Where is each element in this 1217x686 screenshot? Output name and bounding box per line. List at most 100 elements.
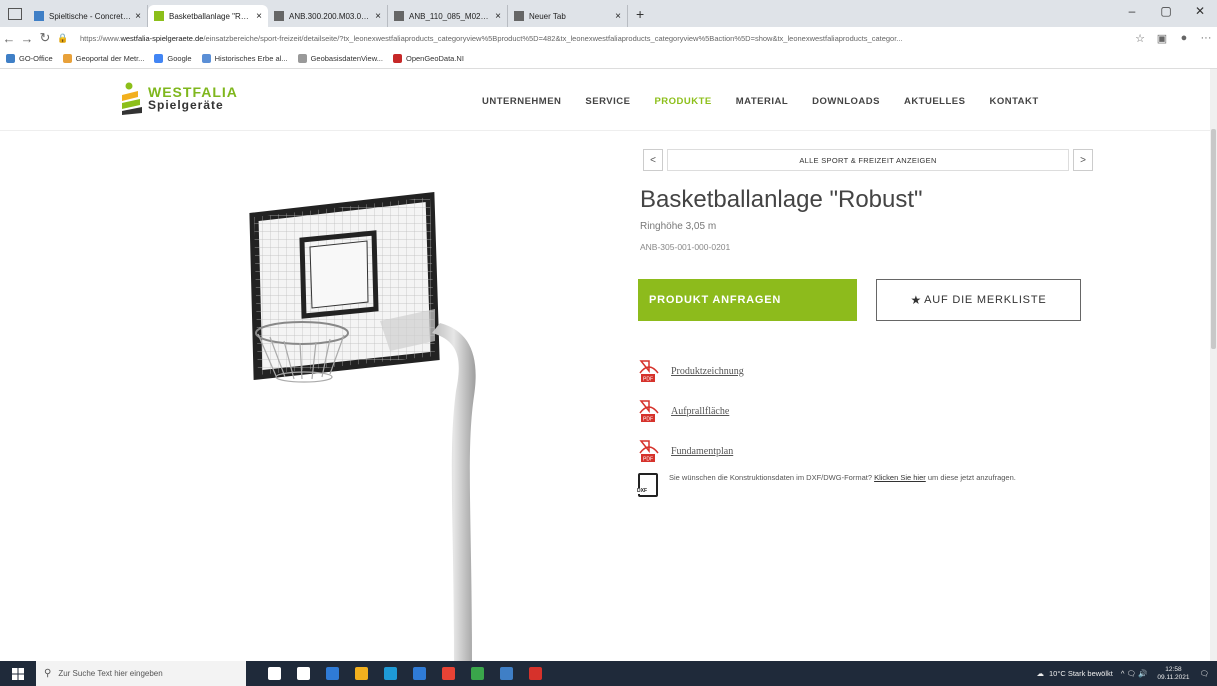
maximize-button[interactable]: ▢: [1149, 4, 1183, 18]
taskbar-app-icon[interactable]: [413, 667, 426, 680]
system-tray: ☁ 10°C Stark bewölkt ^ 🗨 🔊 12:58 09.11.2…: [1036, 661, 1209, 686]
all-sport-freizeit-link[interactable]: ALLE SPORT & FREIZEIT ANZEIGEN: [667, 149, 1069, 171]
document-link[interactable]: Produktzeichnung: [671, 366, 744, 377]
nav-item-unternehmen[interactable]: UNTERNEHMEN: [482, 96, 561, 107]
tab-close-icon[interactable]: ×: [495, 11, 501, 22]
logo-text-westfalia: WESTFALIA: [148, 84, 238, 100]
tab-favicon-icon: [154, 11, 164, 21]
taskbar-app-icon[interactable]: [500, 667, 513, 680]
notifications-icon[interactable]: 🗨: [1199, 669, 1209, 678]
close-window-button[interactable]: ✕: [1183, 4, 1217, 18]
windows-start-button[interactable]: [0, 661, 36, 686]
back-arrow-icon[interactable]: ←: [0, 31, 18, 46]
clock-time: 12:58: [1165, 665, 1182, 673]
taskbar-app-icon[interactable]: [384, 667, 397, 680]
favorite-link[interactable]: GO-Office: [6, 54, 53, 63]
browser-tab[interactable]: Basketballanlage "Robust" | Wes ×: [148, 5, 268, 27]
taskbar-search-box[interactable]: ⚲ Zur Suche Text hier eingeben: [36, 661, 246, 686]
taskbar-clock[interactable]: 12:58 09.11.2021: [1157, 666, 1189, 682]
watchlist-button-label: AUF DIE MERKLISTE: [924, 294, 1047, 306]
pdf-icon[interactable]: PDF: [638, 359, 660, 383]
product-title: Basketballanlage "Robust": [640, 186, 923, 213]
url-prefix: https://www.: [80, 33, 121, 43]
collections-icon[interactable]: ▣: [1151, 32, 1173, 45]
taskbar-app-icon[interactable]: [326, 667, 339, 680]
taskbar-app-icon[interactable]: [355, 667, 368, 680]
profile-icon[interactable]: ●: [1173, 32, 1195, 44]
tab-close-icon[interactable]: ×: [615, 11, 621, 22]
pdf-badge: PDF: [643, 457, 653, 463]
favorite-link[interactable]: Historisches Erbe al...: [201, 54, 288, 63]
new-tab-button[interactable]: +: [636, 6, 644, 22]
favorite-favicon-icon: [154, 54, 164, 63]
forward-arrow-icon[interactable]: →: [18, 31, 36, 46]
request-product-button[interactable]: PRODUKT ANFRAGEN: [638, 279, 857, 321]
pdf-badge: PDF: [643, 377, 653, 383]
dxf-text-before: Sie wünschen die Konstruktionsdaten im D…: [669, 473, 875, 482]
tab-close-icon[interactable]: ×: [256, 11, 262, 22]
favorite-label: Historisches Erbe al...: [214, 54, 288, 63]
favorite-label: GeobasisdatenView...: [310, 54, 383, 63]
browser-tab[interactable]: ANB_110_085_M02_0301.pdf×: [388, 5, 508, 27]
product-number: ANB-305-001-000-0201: [640, 242, 731, 252]
next-product-button[interactable]: >: [1073, 149, 1093, 171]
tab-favicon-icon: [274, 11, 284, 21]
pdf-icon[interactable]: PDF: [638, 399, 660, 423]
nav-item-material[interactable]: MATERIAL: [736, 96, 788, 107]
taskbar-app-icon[interactable]: [268, 667, 281, 680]
minimize-button[interactable]: –: [1115, 4, 1149, 18]
pdf-icon[interactable]: PDF: [638, 439, 660, 463]
favorite-link[interactable]: OpenGeoData.NI: [392, 54, 464, 63]
url-input[interactable]: https://www.westfalia-spielgeraete.de/ei…: [80, 34, 1121, 43]
tab-title: Spieltische - Concrete table tenn: [49, 11, 131, 21]
address-bar: ← → ↻ 🔒 https://www.westfalia-spielgerae…: [0, 27, 1217, 49]
logo-text-spielgeraete: Spielgeräte: [148, 98, 224, 112]
taskbar-app-icon[interactable]: [442, 667, 455, 680]
nav-item-kontakt[interactable]: KONTAKT: [989, 96, 1038, 107]
tab-title: ANB.300.200.M03.0301.pdf: [289, 11, 371, 21]
taskbar-search-placeholder: Zur Suche Text hier eingeben: [58, 669, 163, 678]
page-scrollbar[interactable]: [1210, 69, 1217, 661]
nav-item-service[interactable]: SERVICE: [585, 96, 630, 107]
favorite-link[interactable]: Geoportal der Metr...: [62, 54, 145, 63]
tab-close-icon[interactable]: ×: [135, 11, 141, 22]
tab-close-icon[interactable]: ×: [375, 11, 381, 22]
nav-item-aktuelles[interactable]: AKTUELLES: [904, 96, 966, 107]
tab-title: Neuer Tab: [529, 11, 566, 21]
browser-tab[interactable]: Neuer Tab ×: [508, 5, 628, 27]
weather-cloud-icon: ☁: [1036, 669, 1044, 678]
taskbar-app-icon[interactable]: [297, 667, 310, 680]
lock-icon[interactable]: 🔒: [54, 33, 72, 44]
search-icon: ⚲: [44, 668, 52, 679]
favorites-bar: GO-Office Geoportal der Metr... Google Hist…: [0, 49, 1217, 69]
weather-text[interactable]: 10°C Stark bewölkt: [1049, 669, 1113, 678]
favorite-star-icon[interactable]: ☆: [1129, 32, 1151, 45]
taskbar-app-icon[interactable]: [529, 667, 542, 680]
previous-product-button[interactable]: <: [643, 149, 663, 171]
main-navigation: UNTERNEHMEN SERVICE PRODUKTE MATERIAL DOWNLO…: [482, 96, 1063, 107]
document-download: PDF Produktzeichnung: [638, 359, 744, 383]
browser-tab[interactable]: ANB.300.200.M03.0301.pdf ×: [268, 5, 388, 27]
more-menu-icon[interactable]: ···: [1195, 32, 1217, 44]
nav-item-downloads[interactable]: DOWNLOADS: [812, 96, 880, 107]
taskbar-app-icon[interactable]: [471, 667, 484, 680]
favorite-link[interactable]: GeobasisdatenView...: [297, 54, 383, 63]
favorite-label: Geoportal der Metr...: [75, 54, 145, 63]
document-download: PDF Fundamentplan: [638, 439, 733, 463]
browser-tab[interactable]: Spieltische - Concrete table tenn ×: [28, 5, 148, 27]
favorite-link[interactable]: Google: [154, 54, 192, 63]
tray-icons[interactable]: ^ 🗨 🔊: [1121, 669, 1148, 678]
document-link[interactable]: Aufprallfläche: [671, 406, 729, 417]
add-to-watchlist-button[interactable]: ★ AUF DIE MERKLISTE: [876, 279, 1081, 321]
tab-favicon-icon: [394, 11, 404, 21]
favorite-favicon-icon: [201, 54, 211, 63]
scrollbar-thumb[interactable]: [1211, 129, 1216, 349]
tab-favicon-icon: [34, 11, 44, 21]
product-pager: < ALLE SPORT & FREIZEIT ANZEIGEN >: [643, 149, 1093, 171]
westfalia-logo[interactable]: WESTFALIA Spielgeräte: [120, 81, 238, 115]
document-link[interactable]: Fundamentplan: [671, 446, 733, 457]
nav-item-produkte[interactable]: PRODUKTE: [654, 96, 711, 107]
tab-actions-icon[interactable]: [8, 8, 22, 20]
reload-icon[interactable]: ↻: [36, 30, 54, 46]
dxf-request-link[interactable]: Klicken Sie hier: [874, 473, 926, 482]
